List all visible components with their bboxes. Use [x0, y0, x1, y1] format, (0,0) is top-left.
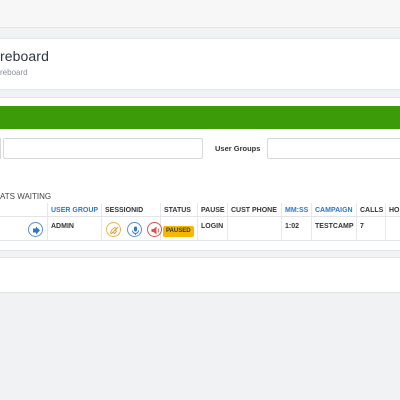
summary-bar [0, 106, 400, 129]
column-divider [197, 203, 198, 240]
column-header-calls: CALLS [360, 207, 384, 214]
column-header-sessionid: SESSIONID [105, 207, 144, 214]
column-divider [311, 203, 312, 240]
column-divider [281, 203, 282, 240]
user-groups-input[interactable] [267, 138, 400, 159]
column-header-hold: HO [389, 207, 400, 214]
column-header-user-group[interactable]: USER GROUP [51, 207, 98, 214]
column-divider [356, 203, 357, 240]
hangup-icon[interactable] [106, 222, 121, 237]
column-divider [47, 203, 48, 240]
row-user-group: ADMIN [51, 223, 74, 230]
page-header [0, 38, 400, 90]
column-header-mmss[interactable]: MM:SS [285, 207, 308, 214]
status-badge: PAUSED [163, 226, 194, 237]
breadcrumb: reboard [0, 68, 28, 77]
column-header-cust-phone: CUST PHONE [231, 207, 277, 214]
row-calls: 7 [360, 223, 364, 230]
row-campaign: TESTCAMP [315, 223, 354, 230]
column-header-status: STATUS [164, 207, 191, 214]
row-pause: LOGIN [201, 223, 224, 230]
filter-input-stub[interactable] [0, 138, 1, 159]
user-groups-label: User Groups [215, 144, 261, 153]
table-header-divider [0, 216, 400, 217]
table-row-divider [0, 240, 400, 241]
top-bar [0, 0, 400, 28]
logout-icon[interactable] [28, 222, 43, 237]
barge-icon[interactable] [147, 222, 162, 237]
campaign-filter-input[interactable] [3, 138, 203, 159]
column-divider [227, 203, 228, 240]
panel-footer-band [0, 250, 400, 258]
listen-icon[interactable] [127, 222, 142, 237]
page-title: reboard [0, 48, 49, 64]
column-header-campaign[interactable]: CAMPAIGN [315, 207, 353, 214]
column-divider [101, 203, 102, 240]
column-divider [385, 203, 386, 240]
column-header-pause: PAUSE [201, 207, 225, 214]
calls-waiting-text: ATS WAITING [0, 192, 52, 201]
row-mmss: 1:02 [285, 223, 300, 230]
